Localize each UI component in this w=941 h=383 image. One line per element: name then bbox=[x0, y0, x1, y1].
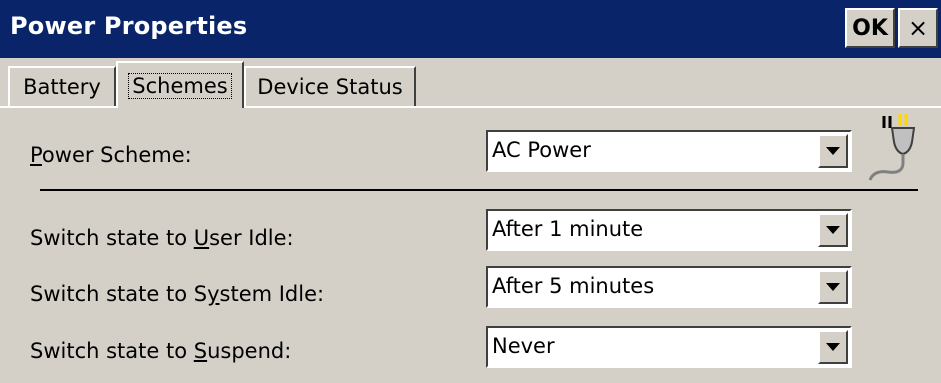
power-scheme-dropdown[interactable]: AC Power bbox=[486, 130, 852, 172]
power-scheme-dropdown-button[interactable] bbox=[818, 134, 848, 168]
tab-device-status-label: Device Status bbox=[257, 75, 403, 99]
power-scheme-value: AC Power bbox=[492, 138, 591, 162]
suspend-label: Switch state to Suspend: bbox=[30, 339, 291, 363]
user-idle-label: Switch state to User Idle: bbox=[30, 226, 294, 250]
user-idle-label-accel: U bbox=[193, 226, 210, 250]
system-idle-dropdown[interactable]: After 5 minutes bbox=[486, 266, 852, 308]
system-idle-value: After 5 minutes bbox=[492, 274, 655, 298]
user-idle-value: After 1 minute bbox=[492, 217, 644, 241]
chevron-down-icon bbox=[826, 226, 840, 234]
suspend-label-rest: uspend: bbox=[207, 339, 292, 363]
tab-gap bbox=[118, 106, 242, 109]
title-bar: Power Properties OK × bbox=[0, 0, 941, 58]
power-plug-icon bbox=[868, 114, 916, 181]
tab-strip: Battery Schemes Device Status bbox=[0, 58, 941, 108]
tab-schemes-label: Schemes bbox=[128, 72, 232, 99]
chevron-down-icon bbox=[826, 283, 840, 291]
suspend-label-accel: S bbox=[193, 339, 208, 363]
suspend-label-prefix: Switch state to bbox=[30, 339, 194, 363]
tab-battery[interactable]: Battery bbox=[8, 66, 116, 106]
user-idle-label-prefix: Switch state to bbox=[30, 226, 194, 250]
tab-schemes[interactable]: Schemes bbox=[116, 61, 244, 108]
tab-device-status[interactable]: Device Status bbox=[244, 66, 416, 106]
system-idle-dropdown-button[interactable] bbox=[818, 270, 848, 304]
power-scheme-label-rest: ower Scheme: bbox=[41, 143, 192, 167]
system-idle-label-rest: stem Idle: bbox=[219, 282, 325, 306]
ok-button[interactable]: OK bbox=[845, 8, 895, 48]
close-button[interactable]: × bbox=[898, 8, 938, 48]
chevron-down-icon bbox=[826, 343, 840, 351]
user-idle-label-rest: ser Idle: bbox=[209, 226, 294, 250]
user-idle-dropdown[interactable]: After 1 minute bbox=[486, 209, 852, 251]
tab-battery-label: Battery bbox=[23, 75, 101, 99]
system-idle-label: Switch state to System Idle: bbox=[30, 282, 324, 306]
user-idle-dropdown-button[interactable] bbox=[818, 213, 848, 247]
suspend-value: Never bbox=[492, 334, 555, 358]
suspend-dropdown[interactable]: Never bbox=[486, 326, 852, 368]
system-idle-label-prefix: Switch state to S bbox=[30, 282, 208, 306]
divider bbox=[40, 189, 918, 191]
window-title: Power Properties bbox=[10, 12, 248, 40]
chevron-down-icon bbox=[826, 147, 840, 155]
power-scheme-label-accel: P bbox=[30, 143, 42, 167]
system-idle-label-accel: y bbox=[207, 282, 220, 306]
power-scheme-label: Power Scheme: bbox=[30, 143, 192, 167]
suspend-dropdown-button[interactable] bbox=[818, 330, 848, 364]
